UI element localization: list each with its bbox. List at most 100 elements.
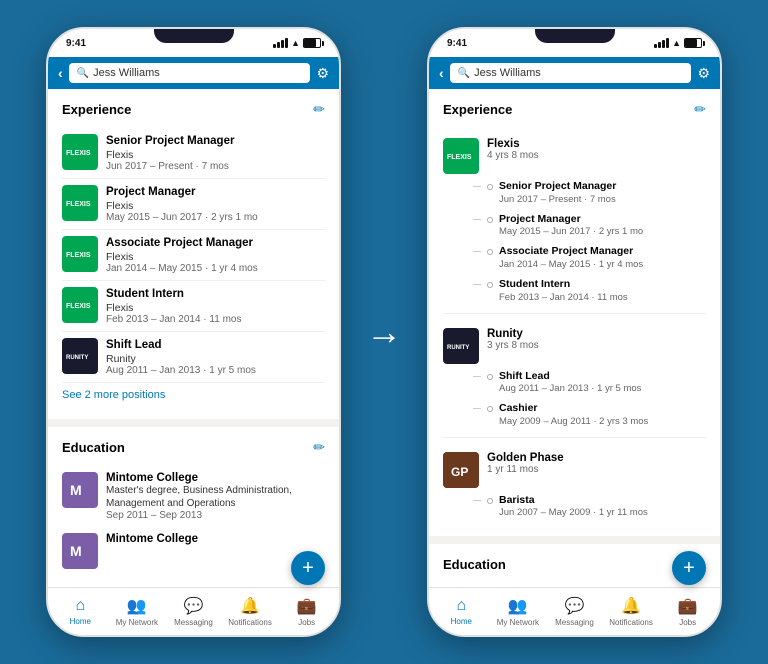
sub-item-runity-0: Shift Lead Aug 2011 – Jan 2013 · 1 yr 5 … [487, 366, 706, 399]
nav-jobs-left[interactable]: 💼 Jobs [285, 596, 329, 627]
home-label-right: Home [451, 617, 472, 626]
edu-edit-left[interactable]: ✏ [313, 439, 325, 456]
exp-dates-4: Aug 2011 – Jan 2013 · 1 yr 5 mos [106, 365, 325, 376]
dot-0 [487, 184, 493, 190]
search-text-left: Jess Williams [93, 67, 160, 79]
notifications-label-right: Notifications [609, 618, 653, 627]
sub-title-flexis-3: Student Intern [499, 278, 628, 292]
dot-2 [487, 249, 493, 255]
exp-edit-right[interactable]: ✏ [694, 101, 706, 118]
fab-button-left[interactable]: + [291, 551, 325, 585]
edu-header-right: Education ✏ [443, 556, 706, 573]
exp-item-1: FLEXIS Project Manager Flexis May 2015 –… [62, 179, 325, 230]
back-button-left[interactable]: ‹ [58, 65, 63, 81]
group-company-info-runity: Runity 3 yrs 8 mos [487, 328, 539, 351]
sub-dates-flexis-0: Jun 2017 – Present · 7 mos [499, 194, 616, 205]
jobs-icon-left: 💼 [297, 596, 317, 616]
flexis-logo-2: FLEXIS [62, 236, 98, 272]
sub-title-runity-1: Cashier [499, 402, 648, 416]
svg-text:GP: GP [451, 465, 468, 479]
exp-item-2: FLEXIS Associate Project Manager Flexis … [62, 230, 325, 281]
nav-network-right[interactable]: 👥 My Network [496, 596, 540, 627]
group-company-info-golden: Golden Phase 1 yr 11 mos [487, 452, 564, 475]
nav-messaging-left[interactable]: 💬 Messaging [171, 596, 215, 627]
edu-degree-0: Master's degree, Business Administration… [106, 484, 325, 510]
time-right: 9:41 [447, 38, 467, 49]
bottom-nav-left: ⌂ Home 👥 My Network 💬 Messaging 🔔 Notifi… [48, 587, 339, 635]
group-duration-golden: 1 yr 11 mos [487, 464, 564, 475]
search-icon-left: 🔍 [77, 68, 89, 79]
network-icon-left: 👥 [127, 596, 147, 616]
header-left: ‹ 🔍 Jess Williams ⚙ [48, 57, 339, 89]
sub-item-flexis-1: Project Manager May 2015 – Jun 2017 · 2 … [487, 209, 706, 242]
nav-notifications-left[interactable]: 🔔 Notifications [228, 596, 272, 627]
group-sub-items-flexis: Senior Project Manager Jun 2017 – Presen… [443, 176, 706, 307]
messaging-label-left: Messaging [174, 618, 213, 627]
phone-right: 9:41 ▲ ‹ 🔍 Jess Williams ⚙ [427, 27, 722, 637]
phone-left: 9:41 ▲ ‹ 🔍 Jess Williams ⚙ [46, 27, 341, 637]
group-golden: GP Golden Phase 1 yr 11 mos Barista [443, 442, 706, 525]
network-label-right: My Network [497, 618, 539, 627]
edu-name-0: Mintome College [106, 472, 325, 484]
nav-home-right[interactable]: ⌂ Home [439, 597, 483, 626]
exp-title-1: Project Manager [106, 185, 325, 200]
svg-text:FLEXIS: FLEXIS [66, 252, 91, 259]
messaging-icon-left: 💬 [184, 596, 204, 616]
notifications-label-left: Notifications [228, 618, 272, 627]
settings-icon-right[interactable]: ⚙ [697, 65, 710, 82]
exp-item-0: FLEXIS Senior Project Manager Flexis Jun… [62, 128, 325, 179]
group-runity: RUNITY Runity 3 yrs 8 mos Shift Lead [443, 318, 706, 433]
dot-r0 [487, 374, 493, 380]
jobs-label-right: Jobs [679, 618, 696, 627]
nav-network-left[interactable]: 👥 My Network [115, 596, 159, 627]
content-right: Experience ✏ FLEXIS Flexis 4 yrs 8 mos [429, 89, 720, 587]
search-text-right: Jess Williams [474, 67, 541, 79]
home-icon-right: ⌂ [456, 597, 466, 615]
network-icon-right: 👥 [508, 596, 528, 616]
exp-title-4: Shift Lead [106, 338, 325, 353]
svg-text:M: M [70, 543, 82, 559]
group-company-name-flexis: Flexis [487, 138, 539, 150]
search-bar-right[interactable]: 🔍 Jess Williams [450, 63, 692, 83]
nav-jobs-right[interactable]: 💼 Jobs [666, 596, 710, 627]
exp-title-3: Student Intern [106, 287, 325, 302]
runity-logo-0: RUNITY [62, 338, 98, 374]
back-button-right[interactable]: ‹ [439, 65, 444, 81]
exp-info-3: Student Intern Flexis Feb 2013 – Jan 201… [106, 287, 325, 325]
group-company-info-flexis: Flexis 4 yrs 8 mos [487, 138, 539, 161]
group-company-name-runity: Runity [487, 328, 539, 340]
exp-edit-left[interactable]: ✏ [313, 101, 325, 118]
signal-left [273, 38, 288, 48]
sub-info-flexis-0: Senior Project Manager Jun 2017 – Presen… [499, 180, 616, 205]
nav-home-left[interactable]: ⌂ Home [58, 597, 102, 626]
see-more-link[interactable]: See 2 more positions [62, 383, 325, 407]
sub-item-runity-1: Cashier May 2009 – Aug 2011 · 2 yrs 3 mo… [487, 398, 706, 431]
edu-info-1: Mintome College [106, 533, 325, 545]
header-right: ‹ 🔍 Jess Williams ⚙ [429, 57, 720, 89]
fab-button-right[interactable]: + [672, 551, 706, 585]
flexis-logo-3: FLEXIS [62, 287, 98, 323]
sub-title-golden-0: Barista [499, 494, 648, 508]
exp-info-0: Senior Project Manager Flexis Jun 2017 –… [106, 134, 325, 172]
search-bar-left[interactable]: 🔍 Jess Williams [69, 63, 311, 83]
nav-notifications-right[interactable]: 🔔 Notifications [609, 596, 653, 627]
sub-info-runity-1: Cashier May 2009 – Aug 2011 · 2 yrs 3 mo… [499, 402, 648, 427]
sub-dates-flexis-1: May 2015 – Jun 2017 · 2 yrs 1 mo [499, 226, 643, 237]
svg-text:FLEXIS: FLEXIS [447, 154, 472, 161]
svg-text:FLEXIS: FLEXIS [66, 201, 91, 208]
nav-messaging-right[interactable]: 💬 Messaging [552, 596, 596, 627]
sub-title-flexis-1: Project Manager [499, 213, 643, 227]
flexis-logo-1: FLEXIS [62, 185, 98, 221]
arrow-icon: → [366, 311, 402, 353]
status-icons-left: ▲ [273, 38, 321, 48]
sub-title-flexis-2: Associate Project Manager [499, 245, 643, 259]
bottom-nav-right: ⌂ Home 👥 My Network 💬 Messaging 🔔 Notifi… [429, 587, 720, 635]
status-icons-right: ▲ [654, 38, 702, 48]
group-duration-runity: 3 yrs 8 mos [487, 340, 539, 351]
exp-dates-3: Feb 2013 – Jan 2014 · 11 mos [106, 314, 325, 325]
group-sub-items-golden: Barista Jun 2007 – May 2009 · 1 yr 11 mo… [443, 490, 706, 523]
flexis-logo-right: FLEXIS [443, 138, 479, 174]
settings-icon-left[interactable]: ⚙ [316, 65, 329, 82]
group-company-name-golden: Golden Phase [487, 452, 564, 464]
group-duration-flexis: 4 yrs 8 mos [487, 150, 539, 161]
